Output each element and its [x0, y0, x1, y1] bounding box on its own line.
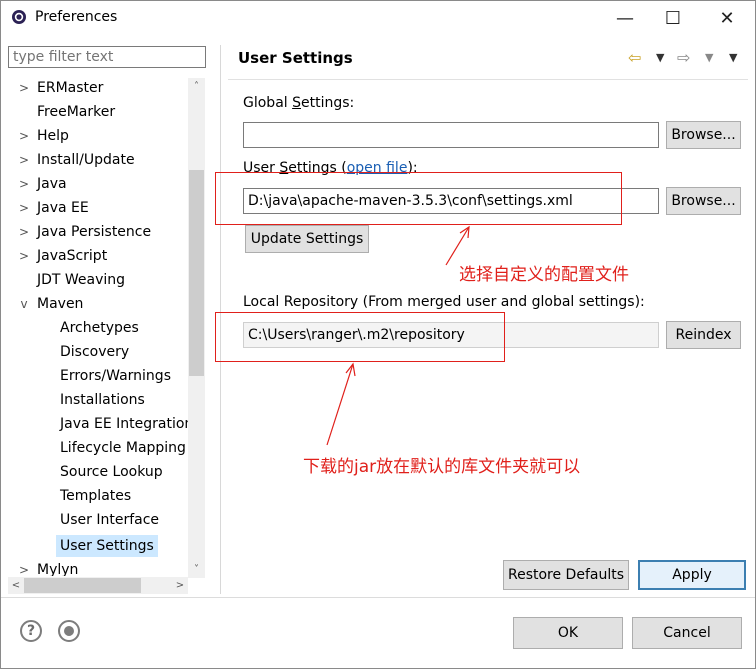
- ok-button[interactable]: OK: [513, 617, 623, 649]
- footer-separator: [1, 597, 755, 598]
- annotation-arrow-2: [326, 363, 354, 446]
- preferences-window: Preferences — ☐ ✕ >ERMaster FreeMarker >…: [0, 0, 756, 669]
- cancel-button[interactable]: Cancel: [632, 617, 742, 649]
- apply-button[interactable]: Apply: [638, 560, 746, 590]
- annotation-note-1: 选择自定义的配置文件: [459, 265, 629, 285]
- help-icon[interactable]: ?: [20, 620, 42, 642]
- restore-defaults-button[interactable]: Restore Defaults: [503, 560, 629, 590]
- annotation-note-2: 下载的jar放在默认的库文件夹就可以: [303, 457, 581, 477]
- record-icon[interactable]: [58, 620, 80, 642]
